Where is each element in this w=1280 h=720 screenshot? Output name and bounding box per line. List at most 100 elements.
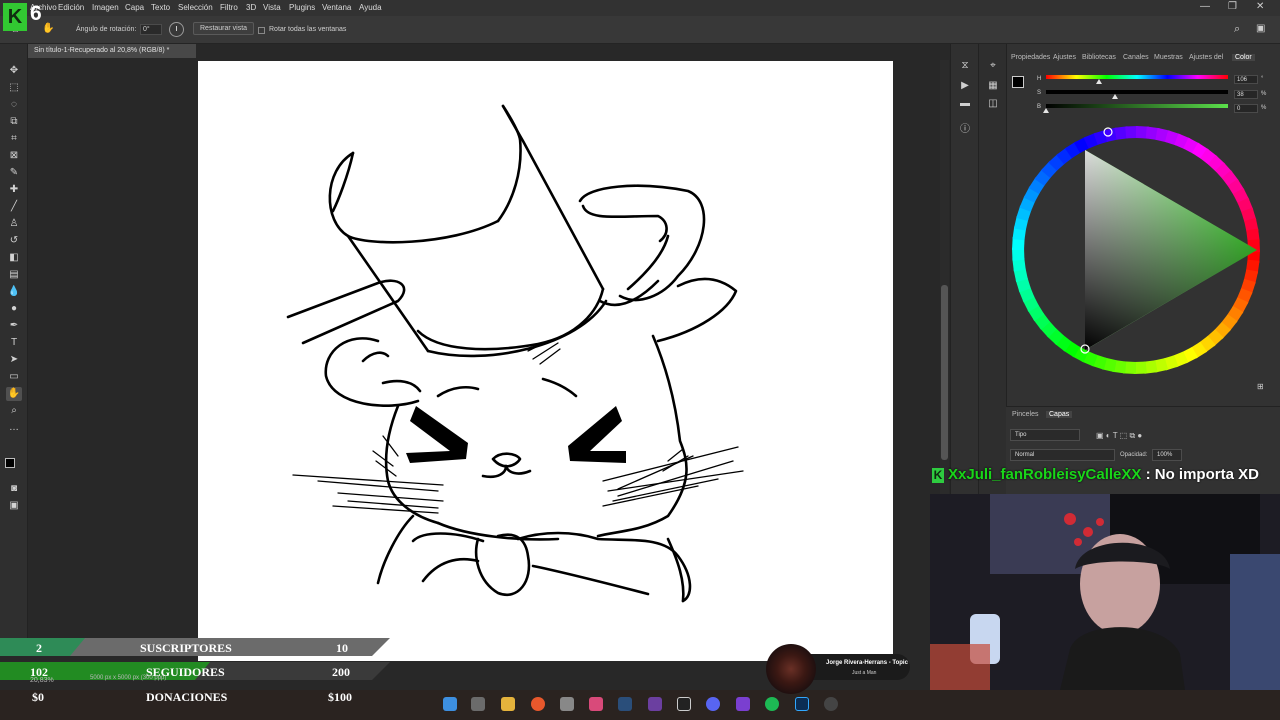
saturation-slider-thumb[interactable] [1112, 94, 1119, 99]
zoom-level[interactable]: 20,83% [30, 677, 54, 684]
expand-icon[interactable]: ⊞ [1257, 382, 1264, 391]
blur-tool-icon[interactable]: 💧 [6, 285, 22, 299]
canvas-scroll-thumb[interactable] [941, 285, 948, 460]
history-brush-tool-icon[interactable]: ↺ [6, 234, 22, 248]
brightness-slider-thumb[interactable] [1043, 108, 1049, 113]
twitch-icon[interactable] [648, 697, 662, 711]
restore-icon[interactable]: ❐ [1228, 1, 1237, 12]
b-value[interactable]: 0 [1234, 104, 1258, 113]
path-select-tool-icon[interactable]: ➤ [6, 353, 22, 367]
opacity-input[interactable]: 100% [1152, 449, 1182, 461]
search-icon[interactable]: ⌕ [1234, 23, 1240, 36]
color-wheel[interactable] [1012, 120, 1262, 382]
actions-play-icon[interactable]: ▶ [959, 80, 971, 92]
filter-icons[interactable]: ▣ ◐ T ⬚ ⧉ ● [1096, 431, 1142, 441]
tab-muestras[interactable]: Muestras [1154, 54, 1183, 61]
document-tab[interactable]: Sin título-1-Recuperado al 20,8% (RGB/8)… [28, 44, 196, 58]
frame-tool-icon[interactable]: ⊠ [6, 149, 22, 163]
object-select-tool-icon[interactable]: ⧉ [6, 115, 22, 129]
menu-edicion[interactable]: Edición [58, 3, 84, 12]
tiktok-icon[interactable] [677, 697, 691, 711]
menu-imagen[interactable]: Imagen [92, 3, 119, 12]
photoshop-icon[interactable] [795, 697, 809, 711]
discord-icon[interactable] [706, 697, 720, 711]
menu-vista[interactable]: Vista [263, 3, 281, 12]
saturation-slider[interactable] [1046, 90, 1228, 94]
healing-brush-tool-icon[interactable]: ✚ [6, 183, 22, 197]
windows-start-icon[interactable] [443, 697, 457, 711]
zoom-tool-icon[interactable]: ⌕ [6, 404, 22, 418]
obs-icon[interactable] [824, 697, 838, 711]
blend-mode-select[interactable]: Normal [1010, 449, 1115, 461]
brush-settings-icon[interactable]: ⌖ [987, 60, 999, 72]
hand-tool-icon[interactable]: ✋ [6, 387, 22, 401]
drawing-canvas[interactable] [198, 61, 893, 661]
app-icon-2[interactable] [589, 697, 603, 711]
app-icon-3[interactable] [736, 697, 750, 711]
logo-k: K [3, 3, 27, 31]
menu-capa[interactable]: Capa [125, 3, 144, 12]
history-panel-icon[interactable]: ⧖ [959, 60, 971, 72]
quick-mask-icon[interactable]: ◙ [6, 482, 22, 496]
tab-capas[interactable]: Capas [1046, 411, 1073, 418]
workspace-icon[interactable]: ▣ [1256, 23, 1265, 34]
s-value[interactable]: 38 [1234, 90, 1258, 99]
rotation-angle-input[interactable]: 0° [140, 24, 162, 35]
marquee-tool-icon[interactable]: ⬚ [6, 81, 22, 95]
collapsed-panels-column: ⧖ ▶ ▬ ⓘ [950, 44, 978, 494]
type-tool-icon[interactable]: T [6, 336, 22, 350]
more-tools-icon[interactable]: … [6, 421, 22, 435]
hue-slider[interactable] [1046, 75, 1228, 79]
file-explorer-icon[interactable] [501, 697, 515, 711]
close-icon[interactable]: ✕ [1256, 1, 1264, 12]
menu-ventana[interactable]: Ventana [322, 3, 351, 12]
b-unit: % [1261, 105, 1267, 111]
move-tool-icon[interactable]: ✥ [6, 64, 22, 78]
tab-bibliotecas[interactable]: Bibliotecas [1082, 54, 1116, 61]
h-value[interactable]: 106 [1234, 75, 1258, 84]
eyedropper-tool-icon[interactable]: ✎ [6, 166, 22, 180]
gradient-tool-icon[interactable]: ▤ [6, 268, 22, 282]
menu-texto[interactable]: Texto [151, 3, 170, 12]
donations-current: $0 [32, 690, 44, 704]
comments-icon[interactable]: ▬ [959, 98, 971, 110]
screen-mode-icon[interactable]: ▣ [6, 499, 22, 513]
fg-color-swatch[interactable] [1012, 76, 1024, 88]
app-icon-1[interactable] [560, 697, 574, 711]
rotation-label: Ángulo de rotación: [76, 26, 137, 33]
hue-slider-thumb[interactable] [1095, 79, 1102, 84]
tab-ajustes-del[interactable]: Ajustes del [1189, 54, 1223, 61]
tab-color[interactable]: Color [1232, 54, 1255, 61]
layer-filter-select[interactable]: Tipo [1010, 429, 1080, 441]
glyphs-icon[interactable]: ▦ [987, 80, 999, 92]
tab-ajustes[interactable]: Ajustes [1053, 54, 1076, 61]
task-view-icon[interactable] [471, 697, 485, 711]
tab-canales[interactable]: Canales [1123, 54, 1149, 61]
brightness-slider[interactable] [1046, 104, 1228, 108]
eraser-tool-icon[interactable]: ◧ [6, 251, 22, 265]
pen-tool-icon[interactable]: ✒ [6, 319, 22, 333]
brush-tool-icon[interactable]: ╱ [6, 200, 22, 214]
crop-tool-icon[interactable]: ⌗ [6, 132, 22, 146]
menu-ayuda[interactable]: Ayuda [359, 3, 382, 12]
dodge-tool-icon[interactable]: ● [6, 302, 22, 316]
rotate-all-checkbox[interactable] [258, 27, 265, 34]
stamp-tool-icon[interactable]: ♙ [6, 217, 22, 231]
reset-view-button[interactable]: Restaurar vista [193, 22, 255, 35]
menu-seleccion[interactable]: Selección [178, 3, 213, 12]
tab-propiedades[interactable]: Propiedades [1011, 54, 1050, 61]
rotation-dial-icon[interactable] [169, 22, 184, 37]
spotify-icon[interactable] [765, 697, 779, 711]
menu-plugins[interactable]: Plugins [289, 3, 315, 12]
swatches-icon[interactable]: ◫ [987, 98, 999, 110]
menu-3d[interactable]: 3D [246, 3, 256, 12]
steam-icon[interactable] [618, 697, 632, 711]
info-icon[interactable]: ⓘ [959, 124, 971, 136]
minimize-icon[interactable]: — [1200, 1, 1210, 12]
lasso-tool-icon[interactable]: ◌ [6, 98, 22, 112]
browser-icon[interactable] [531, 697, 545, 711]
foreground-color-swatch[interactable] [5, 458, 15, 468]
menu-filtro[interactable]: Filtro [220, 3, 238, 12]
rectangle-tool-icon[interactable]: ▭ [6, 370, 22, 384]
tab-pinceles[interactable]: Pinceles [1012, 411, 1038, 418]
